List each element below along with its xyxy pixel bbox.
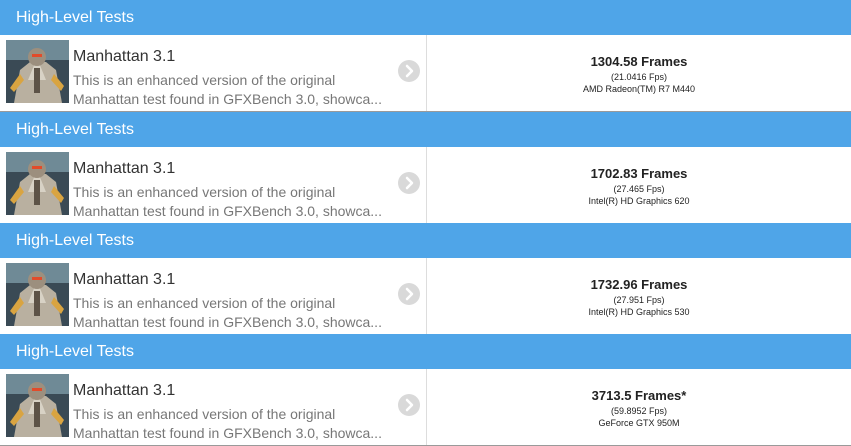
test-description: This is an enhanced version of the origi… [73, 405, 393, 443]
result-block: High-Level Tests Manhattan 3.1 This is a… [0, 223, 851, 335]
chevron-right-icon[interactable] [398, 60, 420, 82]
result-block: High-Level Tests Manhattan 3.1 This is a… [0, 334, 851, 446]
result-block: High-Level Tests Manhattan 3.1 This is a… [0, 0, 851, 112]
section-header: High-Level Tests [0, 112, 851, 147]
test-description: This is an enhanced version of the origi… [73, 183, 393, 221]
description-line: This is an enhanced version of the origi… [73, 184, 336, 200]
result-summary: 1732.96 Frames (27.951 Fps) Intel(R) HD … [427, 278, 851, 318]
description-line: Manhattan test found in GFXBench 3.0, sh… [73, 314, 382, 330]
test-description: This is an enhanced version of the origi… [73, 71, 393, 109]
test-description: This is an enhanced version of the origi… [73, 294, 393, 332]
device-name: GeForce GTX 950M [598, 418, 680, 428]
device-name: Intel(R) HD Graphics 620 [588, 196, 690, 206]
result-block: High-Level Tests Manhattan 3.1 This is a… [0, 112, 851, 224]
test-row[interactable]: Manhattan 3.1 This is an enhanced versio… [0, 147, 851, 224]
fps-value: (27.951 Fps) [613, 295, 665, 305]
description-line: Manhattan test found in GFXBench 3.0, sh… [73, 203, 382, 219]
test-thumbnail [6, 152, 69, 215]
test-name[interactable]: Manhattan 3.1 [73, 160, 175, 178]
result-summary: 1702.83 Frames (27.465 Fps) Intel(R) HD … [427, 167, 851, 207]
test-name[interactable]: Manhattan 3.1 [73, 271, 175, 289]
test-thumbnail [6, 40, 69, 103]
test-name[interactable]: Manhattan 3.1 [73, 48, 175, 66]
description-line: This is an enhanced version of the origi… [73, 406, 336, 422]
description-line: This is an enhanced version of the origi… [73, 72, 336, 88]
section-header: High-Level Tests [0, 223, 851, 258]
chevron-right-icon[interactable] [398, 283, 420, 305]
test-row[interactable]: Manhattan 3.1 This is an enhanced versio… [0, 369, 851, 446]
test-row[interactable]: Manhattan 3.1 This is an enhanced versio… [0, 258, 851, 335]
test-name[interactable]: Manhattan 3.1 [73, 382, 175, 400]
frames-value: 1732.96 Frames [590, 277, 688, 292]
frames-value: 1304.58 Frames [590, 54, 688, 69]
description-line: Manhattan test found in GFXBench 3.0, sh… [73, 91, 382, 107]
test-thumbnail [6, 263, 69, 326]
description-line: Manhattan test found in GFXBench 3.0, sh… [73, 425, 382, 441]
device-name: Intel(R) HD Graphics 530 [588, 307, 690, 317]
device-name: AMD Radeon(TM) R7 M440 [582, 84, 696, 94]
frames-value: 3713.5 Frames* [591, 388, 687, 403]
test-thumbnail [6, 374, 69, 437]
fps-value: (21.0416 Fps) [610, 72, 668, 82]
description-line: This is an enhanced version of the origi… [73, 295, 336, 311]
fps-value: (27.465 Fps) [613, 184, 665, 194]
chevron-right-icon[interactable] [398, 172, 420, 194]
frames-value: 1702.83 Frames [590, 166, 688, 181]
test-row[interactable]: Manhattan 3.1 This is an enhanced versio… [0, 35, 851, 112]
chevron-right-icon[interactable] [398, 394, 420, 416]
result-summary: 3713.5 Frames* (59.8952 Fps) GeForce GTX… [427, 389, 851, 429]
section-header: High-Level Tests [0, 334, 851, 369]
result-summary: 1304.58 Frames (21.0416 Fps) AMD Radeon(… [427, 55, 851, 95]
fps-value: (59.8952 Fps) [610, 406, 668, 416]
section-header: High-Level Tests [0, 0, 851, 35]
